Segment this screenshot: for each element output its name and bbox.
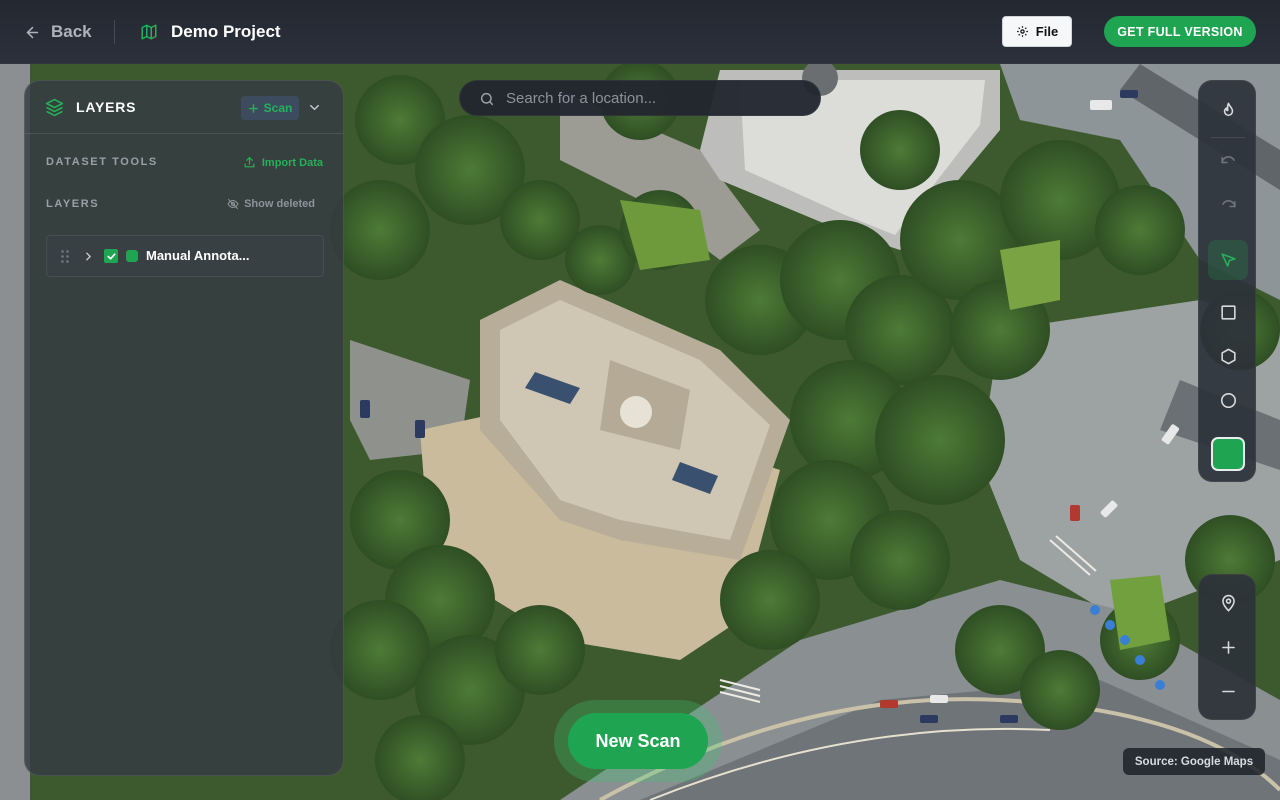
search-icon: [480, 92, 494, 106]
select-tool-button[interactable]: [1208, 240, 1248, 280]
location-pin-icon: [1221, 594, 1235, 612]
zoom-out-button[interactable]: [1208, 671, 1248, 711]
rectangle-tool-button[interactable]: [1208, 292, 1248, 332]
layers-panel: LAYERS Scan DATASET TOOLS Import Data LA…: [24, 80, 344, 776]
project-title: Demo Project: [140, 20, 281, 44]
upload-icon: [244, 157, 255, 168]
layer-visibility-checkbox[interactable]: [104, 249, 118, 263]
panel-title: LAYERS: [76, 99, 137, 115]
import-label: Import Data: [261, 156, 323, 169]
flame-icon: [1223, 102, 1233, 116]
layers-panel-header: LAYERS Scan: [25, 81, 343, 134]
location-search: [459, 80, 821, 116]
add-scan-button[interactable]: Scan: [241, 96, 299, 120]
get-full-version-button[interactable]: GET FULL VERSION: [1104, 16, 1256, 47]
circle-icon: [1220, 392, 1236, 408]
back-button[interactable]: Back: [24, 20, 92, 44]
rectangle-icon: [1220, 304, 1236, 320]
topbar-divider: [114, 20, 115, 44]
dataset-tools-label: DATASET TOOLS: [46, 156, 158, 168]
layer-color-swatch: [126, 250, 138, 262]
undo-button[interactable]: [1208, 142, 1248, 182]
show-deleted-label: Show deleted: [244, 198, 315, 210]
color-picker-swatch[interactable]: [1211, 437, 1245, 471]
zoom-in-button[interactable]: [1208, 627, 1248, 667]
chevron-right-icon[interactable]: [82, 250, 95, 263]
arrow-left-icon: [26, 26, 39, 38]
drag-handle-icon[interactable]: [60, 249, 70, 264]
file-label: File: [1035, 24, 1059, 39]
redo-button[interactable]: [1208, 186, 1248, 226]
flame-tool-button[interactable]: [1208, 90, 1248, 130]
map-icon: [141, 24, 157, 40]
new-scan-button[interactable]: New Scan: [568, 713, 708, 769]
select-pointer-icon: [1220, 252, 1236, 267]
search-input[interactable]: [506, 81, 806, 115]
drawing-toolbar: [1198, 80, 1256, 482]
zoom-in-icon: [1221, 640, 1235, 654]
file-button[interactable]: File: [1002, 16, 1072, 47]
check-icon: [106, 252, 116, 260]
undo-icon: [1220, 155, 1235, 163]
polygon-tool-button[interactable]: [1208, 336, 1248, 376]
chevron-down-icon[interactable]: [307, 100, 322, 115]
locate-button[interactable]: [1208, 583, 1248, 623]
redo-icon: [1221, 199, 1236, 207]
top-bar: Back Demo Project File GET FULL VERSION: [0, 0, 1280, 64]
layers-section-label: LAYERS: [46, 198, 100, 210]
scan-label: Scan: [263, 101, 293, 115]
map-controls: [1198, 574, 1256, 720]
eye-off-icon: [227, 199, 239, 209]
import-data-button[interactable]: Import Data: [243, 156, 323, 169]
layer-item[interactable]: Manual Annota...: [46, 235, 324, 277]
back-label: Back: [51, 22, 92, 41]
layers-icon: [45, 98, 64, 117]
circle-tool-button[interactable]: [1208, 380, 1248, 420]
map-attribution: Source: Google Maps: [1123, 748, 1265, 775]
project-name: Demo Project: [171, 22, 281, 41]
gear-icon: [1016, 26, 1028, 37]
polygon-icon: [1220, 348, 1236, 364]
show-deleted-toggle[interactable]: Show deleted: [227, 198, 315, 210]
zoom-out-icon: [1221, 690, 1235, 692]
plus-icon: [248, 103, 258, 113]
layer-name: Manual Annota...: [146, 248, 250, 263]
toolbar-divider: [1211, 137, 1245, 138]
